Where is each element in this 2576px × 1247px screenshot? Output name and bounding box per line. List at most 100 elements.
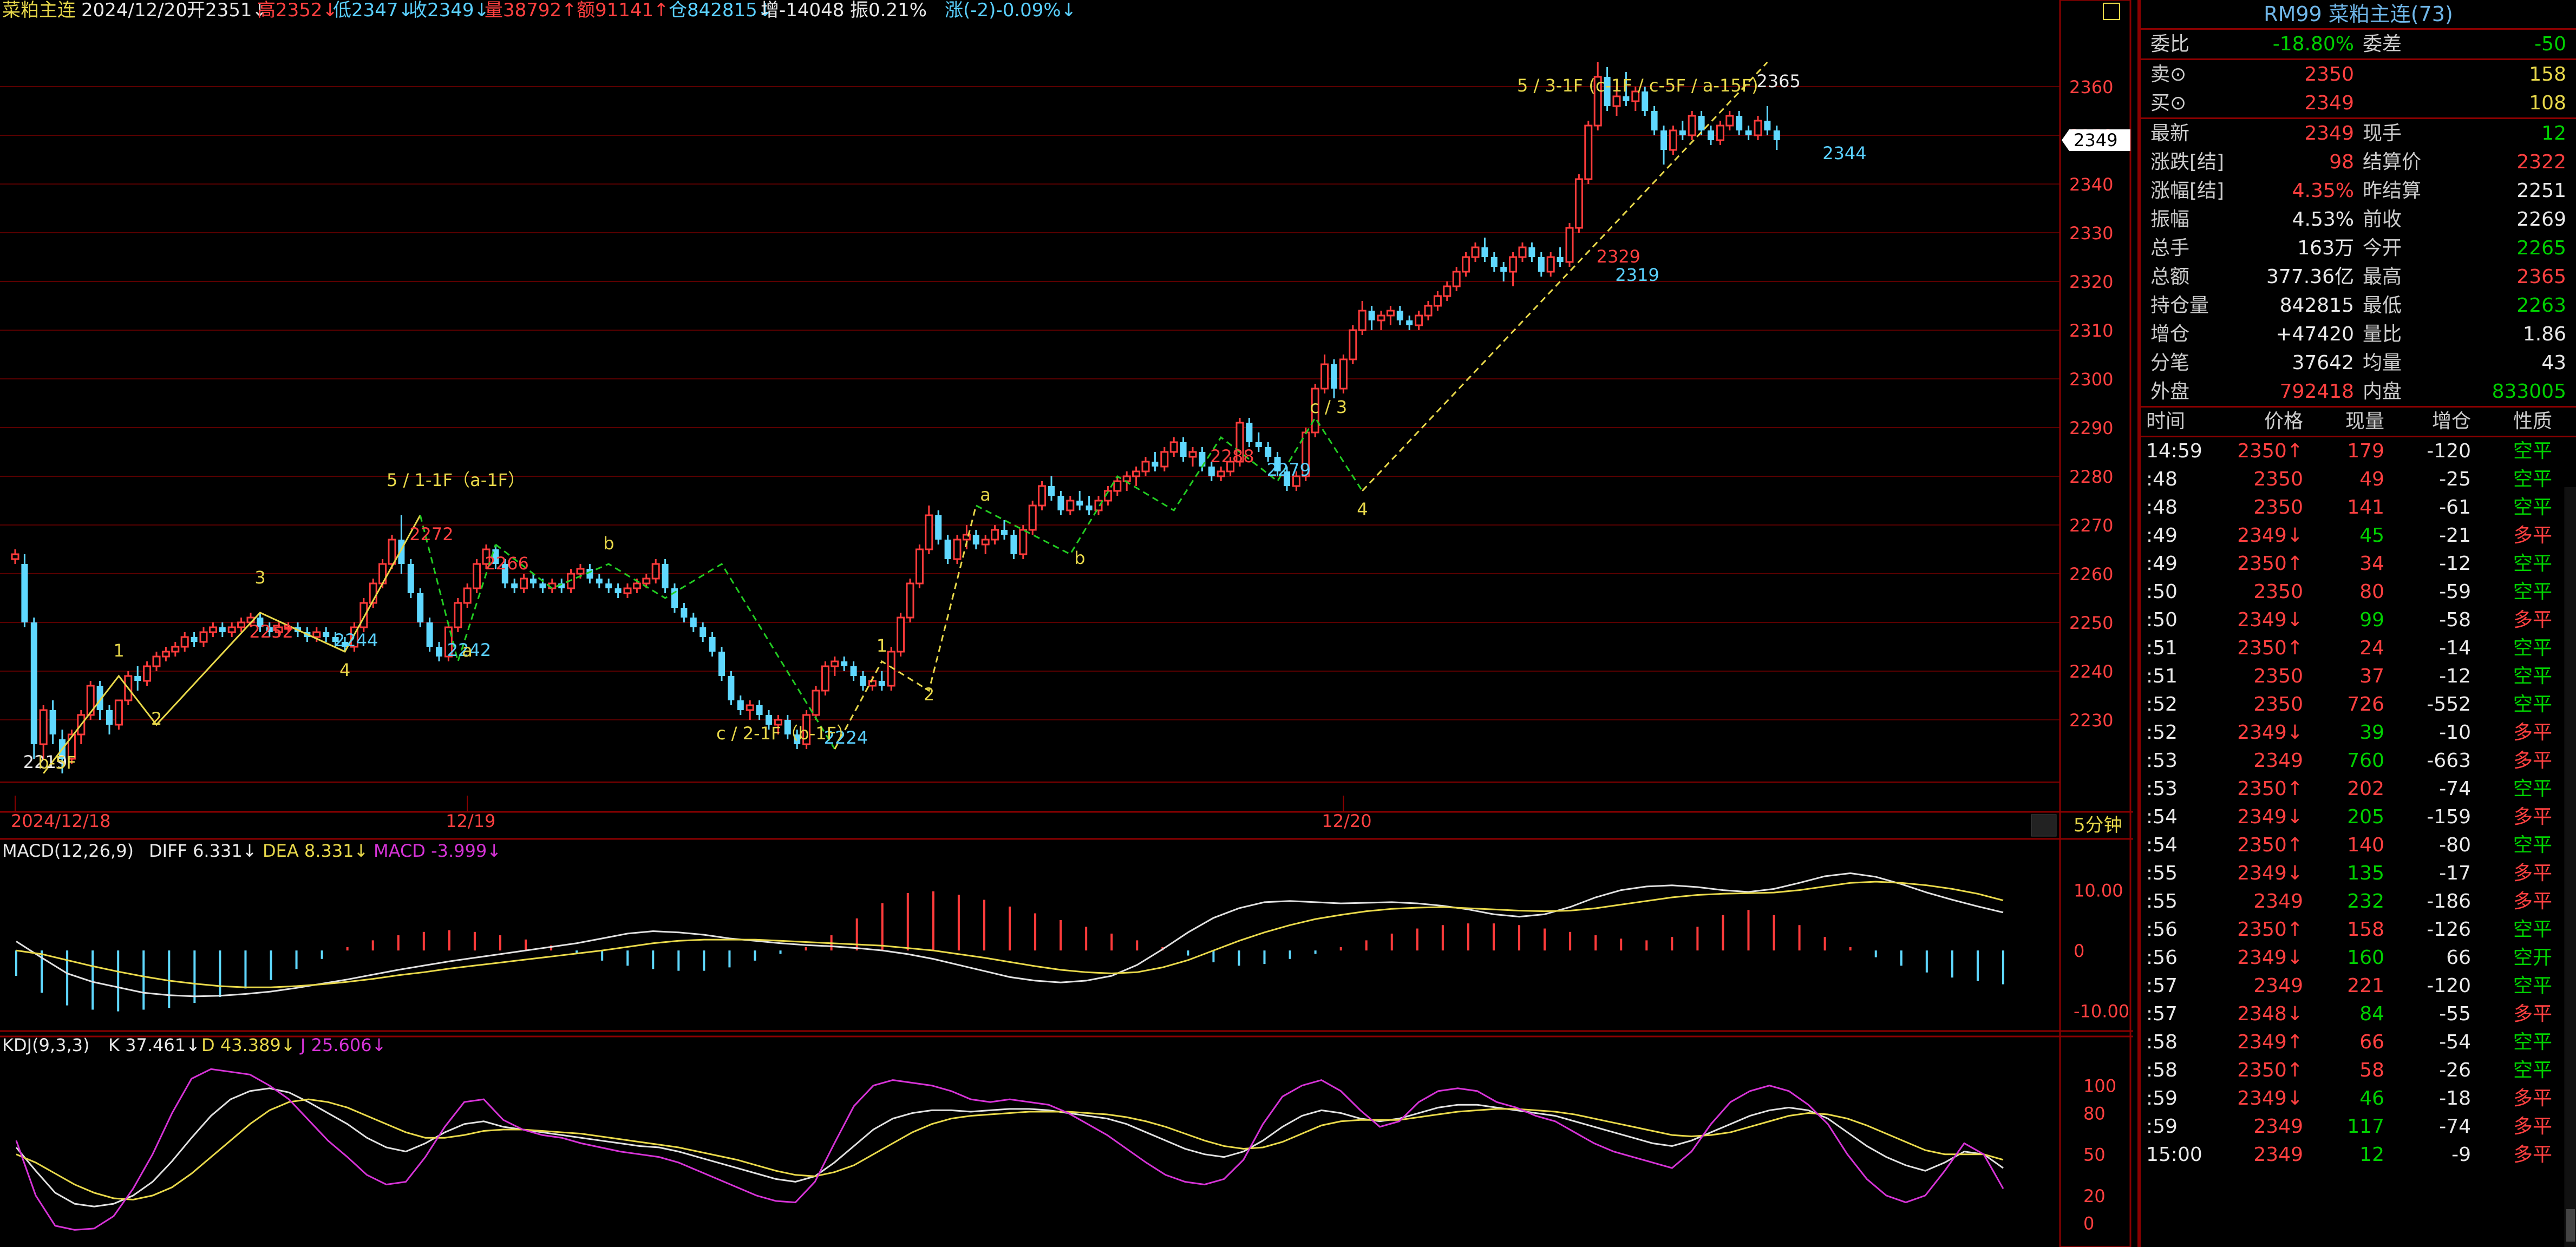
tick-time: 14:59 [2146, 440, 2202, 462]
tick-nature: 多平 [2513, 806, 2552, 828]
candle-body-down [596, 579, 603, 583]
tick-time: :54 [2146, 834, 2178, 856]
candle-body-up [1518, 246, 1527, 258]
tick-time: :48 [2146, 468, 2178, 490]
tick-row[interactable]: :48 2350 49 -25 空平 [2141, 465, 2576, 494]
candle-body-up [1754, 120, 1762, 136]
candle-body-down [21, 564, 28, 622]
candle-body-up [1132, 470, 1141, 477]
price-extreme-label: 2252 [249, 621, 293, 642]
tick-price: 2349↓ [2237, 524, 2303, 547]
tick-row[interactable]: :49 2350↑ 34 -12 空平 [2141, 550, 2576, 578]
tick-row[interactable]: :57 2349 221 -120 空平 [2141, 972, 2576, 1000]
quote-row-buy[interactable]: 买⊙ 2349 108 [2141, 89, 2576, 117]
tick-row[interactable]: :51 2350↑ 24 -14 空平 [2141, 634, 2576, 662]
macd-name: MACD(12,26,9) [2, 841, 134, 861]
tick-row[interactable]: :53 2350↑ 202 -74 空平 [2141, 775, 2576, 803]
candle-body-down [511, 583, 518, 588]
candle-body-up [1358, 310, 1367, 331]
tick-row[interactable]: 14:59 2350↑ 179 -120 空平 [2141, 437, 2576, 465]
tick-nature: 空平 [2513, 1059, 2552, 1081]
quote-value: 37642 [2292, 352, 2354, 374]
tick-volume: 34 [2359, 553, 2384, 575]
window-restore-icon[interactable] [2103, 3, 2120, 20]
tick-row[interactable]: :55 2349 232 -186 多平 [2141, 888, 2576, 916]
tick-row[interactable]: :56 2350↑ 158 -126 空平 [2141, 916, 2576, 944]
tick-time: :58 [2146, 1059, 2178, 1081]
kdj-axis-label: 80 [2083, 1104, 2106, 1124]
quote-value: 4.35% [2292, 180, 2354, 202]
header-amp: 振0.21% [850, 0, 927, 21]
header-open: 开2351↓ [187, 0, 267, 21]
candle-body-up [1612, 95, 1621, 107]
quote-row: 振幅 4.53% 前收 2269 [2141, 205, 2576, 234]
kdj-axis: 100 80 50 20 0 [2083, 1076, 2116, 1234]
tick-row[interactable]: :54 2349↓ 205 -159 多平 [2141, 803, 2576, 831]
tick-price: 2349 [2253, 975, 2303, 997]
candle-body-down [1331, 364, 1337, 389]
tick-row[interactable]: :48 2350 141 -61 空平 [2141, 494, 2576, 522]
scrollbar-thumb[interactable] [2566, 1209, 2575, 1242]
tick-time: :54 [2146, 806, 2178, 828]
tick-table[interactable]: 14:59 2350↑ 179 -120 空平:48 2350 49 -25 空平:48 2350… [2141, 437, 2576, 1169]
candle-body-down [850, 666, 857, 676]
tick-row[interactable]: :49 2349↓ 45 -21 多平 [2141, 522, 2576, 550]
period-toggle-button[interactable] [2031, 814, 2057, 837]
tick-oi-change: -159 [2427, 806, 2471, 828]
tick-row[interactable]: :53 2349 760 -663 多平 [2141, 747, 2576, 775]
tick-row[interactable]: :58 2350↑ 58 -26 空平 [2141, 1056, 2576, 1085]
sell-label: 卖⊙ [2150, 63, 2187, 86]
candle-body-down [1048, 486, 1055, 496]
candle-body-up [925, 514, 933, 550]
header-amount: 额91141↑ [577, 0, 669, 21]
price-axis-label: 2240 [2069, 661, 2113, 682]
tick-row[interactable]: :59 2349 117 -74 多平 [2141, 1113, 2576, 1141]
quote-row-sell[interactable]: 卖⊙ 2350 158 [2141, 60, 2576, 89]
quote-label: 昨结算 [2363, 180, 2422, 202]
tick-row[interactable]: :52 2350 726 -552 空平 [2141, 691, 2576, 719]
tick-scrollbar[interactable] [2565, 487, 2576, 1247]
candle-body-down [106, 710, 113, 725]
quote-label: 结算价 [2363, 151, 2422, 173]
tick-row[interactable]: :58 2349↑ 66 -54 空平 [2141, 1028, 2576, 1056]
tick-oi-change: -59 [2439, 581, 2471, 603]
tick-row[interactable]: :52 2349↓ 39 -10 多平 [2141, 719, 2576, 747]
candle-body-up [199, 631, 208, 643]
tick-row[interactable]: :50 2349↓ 99 -58 多平 [2141, 606, 2576, 634]
tick-volume: 58 [2359, 1059, 2384, 1081]
candle-body-down [1557, 257, 1564, 262]
candle-body-down [1396, 311, 1403, 320]
candle-body-up [632, 582, 641, 589]
kdj-header: KDJ(9,3,3) K 37.461↓ D 43.389↓ J 25.606↓ [2, 1035, 386, 1055]
header-inc: 增-14048 [761, 0, 844, 21]
kline-chart-area[interactable]: 菜粕主连 2024/12/20 开2351↓ 高2352↓ 低2347↓ 收23… [0, 0, 2133, 1247]
tick-time: :56 [2146, 947, 2178, 969]
quote-value: 377.36亿 [2266, 266, 2354, 288]
quote-value: 163万 [2297, 237, 2354, 259]
tick-nature: 空平 [2513, 581, 2552, 603]
tick-row[interactable]: :56 2349↓ 160 66 空开 [2141, 944, 2576, 972]
tick-header-price: 价格 [2264, 410, 2303, 432]
tick-row[interactable]: :51 2350 37 -12 空平 [2141, 662, 2576, 691]
tick-row[interactable]: :55 2349↓ 135 -17 多平 [2141, 859, 2576, 888]
quote-label: 现手 [2363, 122, 2402, 145]
tick-row[interactable]: :59 2349↓ 46 -18 多平 [2141, 1085, 2576, 1113]
tick-row[interactable]: :54 2350↑ 140 -80 空平 [2141, 831, 2576, 859]
tick-row[interactable]: :57 2348↓ 84 -55 多平 [2141, 1000, 2576, 1028]
quote-label: 持仓量 [2150, 294, 2209, 317]
candle-body-up [1094, 500, 1103, 511]
tick-price: 2350↑ [2237, 778, 2303, 800]
wave-label: 3 [254, 567, 265, 588]
tick-row[interactable]: :50 2350 80 -59 空平 [2141, 578, 2576, 606]
tick-time: :51 [2146, 637, 2178, 659]
tick-oi-change: -58 [2439, 609, 2471, 631]
tick-nature: 多平 [2513, 862, 2552, 884]
tick-row[interactable]: 15:00 2349 12 -9 多平 [2141, 1141, 2576, 1169]
candle-body-down [1057, 496, 1064, 510]
candle-body-up [1122, 475, 1131, 482]
candle-body-down [972, 535, 979, 544]
price-axis-label: 2260 [2069, 564, 2113, 585]
wave-label: c / 2-1F（b-1F） [716, 723, 854, 744]
candle-body-down [878, 681, 885, 686]
candle-body-down [134, 676, 141, 681]
